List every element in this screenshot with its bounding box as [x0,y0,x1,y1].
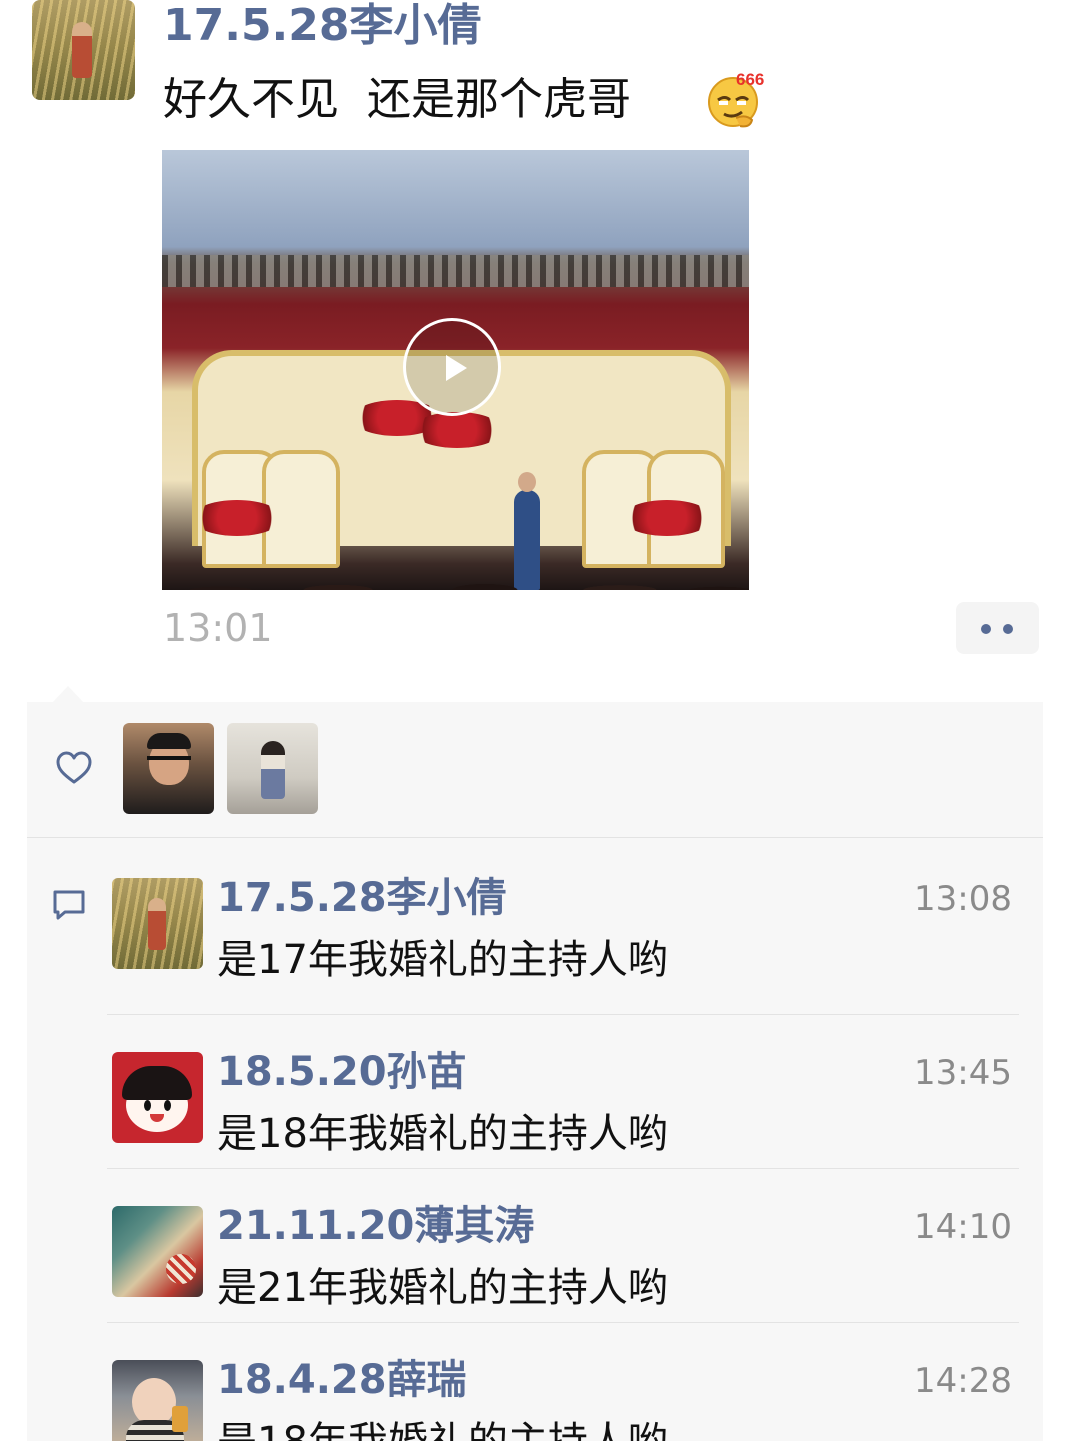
avatar-art-detail [166,1254,196,1284]
emoji-badge-text: 666 [736,70,764,89]
comment-time: 14:28 [914,1361,1012,1401]
more-actions-button[interactable] [956,602,1039,654]
comment-avatar[interactable] [112,878,203,969]
video-flowers [412,412,502,448]
video-ceiling [162,255,749,287]
comment-time: 13:45 [914,1053,1012,1093]
more-dots-icon [981,624,991,634]
post-video-thumbnail[interactable] [162,150,749,590]
comment-item[interactable]: 17.5.28李小倩 是17年我婚礼的主持人哟 13:08 [107,840,1037,994]
comment-author[interactable]: 18.4.28薛瑞 [217,1356,467,1404]
comment-avatar[interactable] [112,1206,203,1297]
avatar-eye [164,1100,171,1111]
comment-time: 14:10 [914,1207,1012,1247]
comment-text: 是18年我婚礼的主持人哟 [217,1111,668,1157]
comment-author[interactable]: 21.11.20薄其涛 [217,1202,534,1250]
comment-avatar[interactable] [112,1360,203,1441]
avatar-glasses [147,756,191,768]
likes-comments-divider [27,837,1043,838]
avatar-girl-figure [72,22,92,78]
like-avatar-girl-walking[interactable] [227,723,318,814]
comment-time: 13:08 [914,879,1012,919]
panel-pointer [52,686,84,703]
avatar-hair [147,733,191,749]
avatar-face [132,1378,176,1426]
moments-post-detail: 17.5.28李小倩 好久不见 还是那个虎哥 666 13:01 17.5.28… [0,0,1080,1441]
post-author-avatar[interactable] [32,0,135,100]
heart-icon [56,751,92,784]
comment-text: 是21年我婚礼的主持人哟 [217,1265,668,1311]
comment-icon [53,890,85,920]
avatar-girl-figure [261,741,285,799]
interaction-panel: 17.5.28李小倩 是17年我婚礼的主持人哟 13:08 18.5.20孙苗 … [27,702,1043,1441]
comment-author[interactable]: 17.5.28李小倩 [217,874,507,922]
avatar-cup [172,1406,188,1432]
comment-divider [107,1322,1019,1323]
comment-item[interactable]: 18.5.20孙苗 是18年我婚礼的主持人哟 13:45 [107,1014,1037,1168]
post-timestamp: 13:01 [163,606,273,650]
666-smirk-emoji-icon: 666 [708,70,764,128]
comment-avatar[interactable] [112,1052,203,1143]
play-icon [446,355,467,381]
more-dots-icon [1003,624,1013,634]
post-author-name[interactable]: 17.5.28李小倩 [163,0,482,52]
play-button[interactable] [403,318,501,416]
comment-divider [107,1168,1019,1169]
avatar-girl-figure [148,898,166,950]
comment-text: 是18年我婚礼的主持人哟 [217,1416,668,1441]
comment-divider [107,1014,1019,1015]
comment-text: 是17年我婚礼的主持人哟 [217,937,668,983]
comment-item[interactable]: 18.4.28薛瑞 是18年我婚礼的主持人哟 14:28 [107,1322,1037,1441]
like-avatar-man-glasses[interactable] [123,723,214,814]
comment-item[interactable]: 21.11.20薄其涛 是21年我婚礼的主持人哟 14:10 [107,1168,1037,1322]
avatar-hair [122,1066,192,1100]
comment-author[interactable]: 18.5.20孙苗 [217,1048,467,1096]
post-text: 好久不见 还是那个虎哥 [163,74,631,125]
avatar-eye [144,1100,151,1111]
video-crowd [162,530,749,590]
